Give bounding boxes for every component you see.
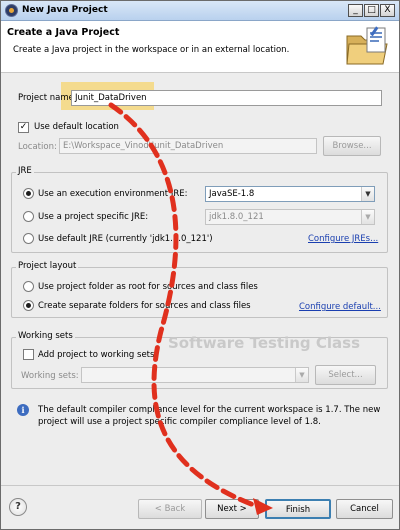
project-name-label: Project name: <box>18 93 77 103</box>
eclipse-icon <box>5 4 18 17</box>
execution-env-label[interactable]: Use an execution environment JRE: <box>38 189 188 199</box>
select-working-sets-button: Select... <box>315 365 376 385</box>
working-sets-label: Working sets: <box>21 371 79 381</box>
help-icon[interactable]: ? <box>9 498 27 516</box>
add-to-working-sets-checkbox[interactable] <box>23 349 34 360</box>
project-specific-jre-select: jdk1.8.0_121 ▼ <box>205 209 375 225</box>
project-specific-jre-value: jdk1.8.0_121 <box>209 212 264 222</box>
wizard-title: Create a Java Project <box>7 27 120 38</box>
separate-folders-radio[interactable] <box>23 300 34 311</box>
browse-button: Browse... <box>323 136 381 156</box>
execution-env-value: JavaSE-1.8 <box>209 189 255 199</box>
execution-env-radio[interactable] <box>23 188 34 199</box>
use-default-location-checkbox[interactable]: ✓ <box>18 122 29 133</box>
project-specific-jre-radio[interactable] <box>23 211 34 222</box>
maximize-button[interactable]: □ <box>364 4 379 17</box>
java-project-banner-icon <box>346 26 388 65</box>
minimize-button[interactable]: _ <box>348 4 363 17</box>
back-button: < Back <box>138 499 202 519</box>
location-input: E:\Workspace_Vinod\Junit_DataDriven <box>59 138 317 154</box>
configure-jres-link[interactable]: Configure JREs... <box>308 234 378 244</box>
chevron-down-icon: ▼ <box>295 368 308 382</box>
wizard-description: Create a Java project in the workspace o… <box>13 45 290 55</box>
execution-env-select[interactable]: JavaSE-1.8 ▼ <box>205 186 375 202</box>
compliance-info-message: The default compiler compliance level fo… <box>38 405 381 427</box>
footer-separator <box>1 485 399 486</box>
cancel-button[interactable]: Cancel <box>336 499 393 519</box>
configure-default-link[interactable]: Configure default... <box>299 302 381 312</box>
location-label: Location: <box>18 142 57 152</box>
info-icon: i <box>17 404 29 416</box>
separate-folders-label[interactable]: Create separate folders for sources and … <box>38 301 251 311</box>
new-java-project-dialog: New Java Project _ □ X Create a Java Pro… <box>0 0 400 530</box>
default-jre-radio[interactable] <box>23 233 34 244</box>
finish-button[interactable]: Finish <box>265 499 331 519</box>
watermark-text: Software Testing Class <box>168 334 360 352</box>
project-name-input[interactable]: Junit_DataDriven <box>71 90 382 106</box>
single-folder-label[interactable]: Use project folder as root for sources a… <box>38 282 258 292</box>
next-button[interactable]: Next > <box>205 499 259 519</box>
working-sets-group-title: Working sets <box>16 331 75 341</box>
chevron-down-icon: ▼ <box>361 210 374 224</box>
wizard-header: Create a Java Project Create a Java proj… <box>1 21 399 73</box>
title-bar[interactable]: New Java Project _ □ X <box>1 1 399 21</box>
window-title: New Java Project <box>22 5 108 15</box>
add-to-working-sets-label[interactable]: Add project to working sets <box>38 350 154 360</box>
project-layout-group-title: Project layout <box>16 261 79 271</box>
single-folder-radio[interactable] <box>23 281 34 292</box>
jre-group-title: JRE <box>16 166 34 176</box>
project-specific-jre-label[interactable]: Use a project specific JRE: <box>38 212 148 222</box>
default-jre-label[interactable]: Use default JRE (currently 'jdk1.8.0_121… <box>38 234 213 244</box>
working-sets-select: ▼ <box>81 367 309 383</box>
close-button[interactable]: X <box>380 4 395 17</box>
chevron-down-icon[interactable]: ▼ <box>361 187 374 201</box>
use-default-location-label[interactable]: Use default location <box>34 122 119 132</box>
